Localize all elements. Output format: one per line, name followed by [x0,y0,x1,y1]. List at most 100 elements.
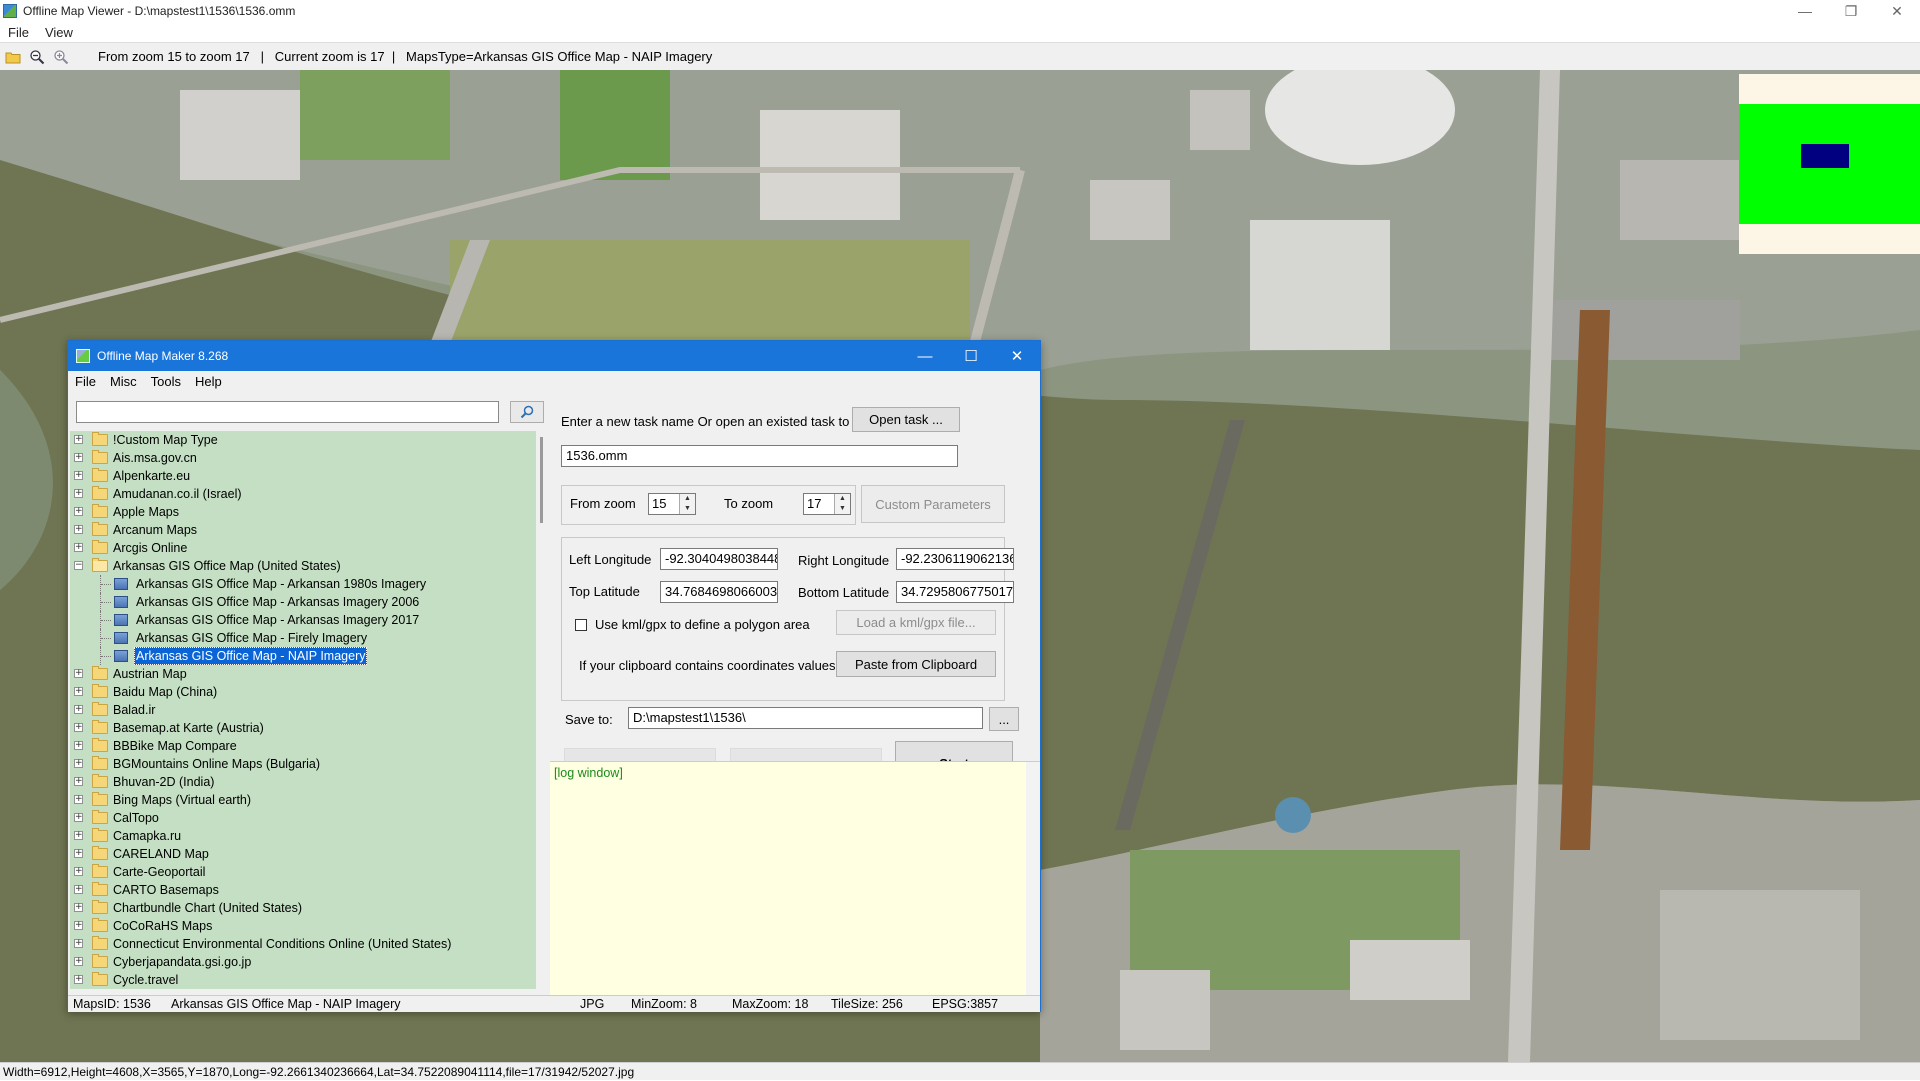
paste-from-clipboard-button[interactable]: Paste from Clipboard [836,651,996,677]
open-folder-icon[interactable] [2,46,24,68]
dialog-maximize-icon[interactable]: ☐ [948,341,994,371]
load-kml-button[interactable]: Load a kml/gpx file... [836,610,996,635]
tree-folder-item[interactable]: + Connecticut Environmental Conditions On… [70,935,536,953]
tree-folder-item[interactable]: + Balad.ir [70,701,536,719]
expand-icon[interactable]: + [74,543,83,552]
tree-folder-item[interactable]: + Cycle.travel [70,971,536,989]
tree-folder-item[interactable]: + Arcgis Online [70,539,536,557]
dialog-menu-tools[interactable]: Tools [144,374,188,389]
expand-icon[interactable]: + [74,471,83,480]
spinner-up-icon[interactable]: ▲ [679,494,695,504]
expand-icon[interactable]: + [74,453,83,462]
expand-icon[interactable]: + [74,723,83,732]
tree-folder-item[interactable]: + CalTopo [70,809,536,827]
tree-folder-item[interactable]: + CARELAND Map [70,845,536,863]
tree-folder-item[interactable]: − Arkansas GIS Office Map (United States) [70,557,536,575]
collapse-icon[interactable]: − [74,561,83,570]
browse-folder-button[interactable]: ... [989,707,1019,731]
log-window[interactable]: [log window] [550,761,1040,999]
tree-folder-item[interactable]: + BGMountains Online Maps (Bulgaria) [70,755,536,773]
expand-icon[interactable]: + [74,507,83,516]
tree-folder-item[interactable]: + Bhuvan-2D (India) [70,773,536,791]
expand-icon[interactable]: + [74,885,83,894]
minimap-viewport-box[interactable] [1801,144,1849,168]
expand-icon[interactable]: + [74,831,83,840]
tree-map-item[interactable]: Arkansas GIS Office Map - Arkansan 1980s… [70,575,536,593]
tree-folder-item[interactable]: + Arcanum Maps [70,521,536,539]
left-longitude-input[interactable]: -92.3040498038448 [660,548,778,570]
map-type-tree[interactable]: + !Custom Map Type + Ais.msa.gov.cn + Alpenka… [70,431,536,989]
expand-icon[interactable]: + [74,903,83,912]
expand-icon[interactable]: + [74,921,83,930]
use-kml-checkbox[interactable] [575,619,587,631]
zoom-in-icon[interactable] [50,46,72,68]
log-scrollbar[interactable] [1026,762,1040,998]
close-icon[interactable]: ✕ [1874,0,1920,22]
restore-icon[interactable]: ❐ [1828,0,1874,22]
tree-scrollbar-thumb[interactable] [540,437,543,523]
tree-folder-item[interactable]: + CARTO Basemaps [70,881,536,899]
dialog-menu-file[interactable]: File [68,374,103,389]
top-latitude-input[interactable]: 34.7684698066003 [660,581,778,603]
tree-folder-item[interactable]: + CoCoRaHS Maps [70,917,536,935]
search-button[interactable] [510,401,544,423]
tree-folder-item[interactable]: + Basemap.at Karte (Austria) [70,719,536,737]
tree-folder-item[interactable]: + !Custom Map Type [70,431,536,449]
tree-map-item[interactable]: Arkansas GIS Office Map - Arkansas Image… [70,611,536,629]
expand-icon[interactable]: + [74,849,83,858]
expand-icon[interactable]: + [74,525,83,534]
to-zoom-spinner[interactable]: 17 ▲ ▼ [803,493,851,515]
tree-folder-item[interactable]: + Bing Maps (Virtual earth) [70,791,536,809]
spinner-down-icon[interactable]: ▼ [834,504,850,514]
tree-folder-item[interactable]: + Amudanan.co.il (Israel) [70,485,536,503]
tree-map-item[interactable]: Arkansas GIS Office Map - Arkansas Image… [70,593,536,611]
menu-view[interactable]: View [37,25,81,40]
right-longitude-input[interactable]: -92.2306119062136 [896,548,1014,570]
tree-folder-item[interactable]: + Cyberjapandata.gsi.go.jp [70,953,536,971]
tree-map-item[interactable]: Arkansas GIS Office Map - NAIP Imagery [70,647,536,665]
expand-icon[interactable]: + [74,705,83,714]
expand-icon[interactable]: + [74,867,83,876]
tree-folder-item[interactable]: + Baidu Map (China) [70,683,536,701]
expand-icon[interactable]: + [74,957,83,966]
tree-scrollbar[interactable] [538,437,546,989]
minimize-icon[interactable]: — [1782,0,1828,22]
expand-icon[interactable]: + [74,975,83,984]
dialog-menu-help[interactable]: Help [188,374,229,389]
overview-minimap[interactable] [1739,74,1920,254]
tree-folder-item[interactable]: + Chartbundle Chart (United States) [70,899,536,917]
from-zoom-spinner[interactable]: 15 ▲ ▼ [648,493,696,515]
tree-folder-item[interactable]: + Camapka.ru [70,827,536,845]
expand-icon[interactable]: + [74,741,83,750]
zoom-out-icon[interactable] [26,46,48,68]
tree-folder-item[interactable]: + Austrian Map [70,665,536,683]
dialog-menu-misc[interactable]: Misc [103,374,144,389]
spinner-up-icon[interactable]: ▲ [834,494,850,504]
custom-parameters-button[interactable]: Custom Parameters [861,485,1005,523]
tree-folder-item[interactable]: + Carte-Geoportail [70,863,536,881]
tree-folder-item[interactable]: + Ais.msa.gov.cn [70,449,536,467]
expand-icon[interactable]: + [74,939,83,948]
expand-icon[interactable]: + [74,435,83,444]
dialog-close-icon[interactable]: ✕ [994,341,1040,371]
expand-icon[interactable]: + [74,669,83,678]
tree-folder-item[interactable]: + Alpenkarte.eu [70,467,536,485]
dialog-menubar: File Misc Tools Help [68,371,1040,391]
expand-icon[interactable]: + [74,687,83,696]
expand-icon[interactable]: + [74,813,83,822]
expand-icon[interactable]: + [74,759,83,768]
tree-map-item[interactable]: Arkansas GIS Office Map - Firely Imagery [70,629,536,647]
tree-folder-item[interactable]: + BBBike Map Compare [70,737,536,755]
tree-folder-item[interactable]: + Apple Maps [70,503,536,521]
expand-icon[interactable]: + [74,795,83,804]
menu-file[interactable]: File [0,25,37,40]
bottom-latitude-input[interactable]: 34.7295806775017 [896,581,1014,603]
expand-icon[interactable]: + [74,777,83,786]
map-search-input[interactable] [76,401,499,423]
open-task-button[interactable]: Open task ... [852,407,960,432]
dialog-minimize-icon[interactable]: — [902,341,948,371]
expand-icon[interactable]: + [74,489,83,498]
save-path-input[interactable]: D:\mapstest1\1536\ [628,707,983,729]
spinner-down-icon[interactable]: ▼ [679,504,695,514]
task-name-input[interactable]: 1536.omm [561,445,958,467]
